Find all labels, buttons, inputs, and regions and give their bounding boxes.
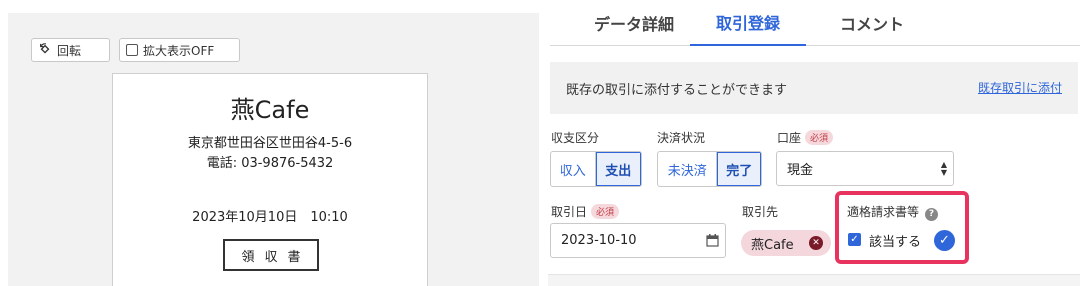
account-label-wrap: 口座 必須 [777, 129, 834, 146]
tab-comments[interactable]: コメント [812, 0, 932, 46]
receipt-viewer: 回転 拡大表示OFF 燕Cafe 東京都世田谷区世田谷4-5-6 電話: 03-… [8, 13, 539, 286]
help-icon[interactable]: ? [925, 208, 939, 221]
zoom-toggle[interactable]: 拡大表示OFF [119, 38, 240, 62]
attach-existing-link[interactable]: 既存取引に添付 [978, 79, 1062, 96]
settlement-toggle: 未決済 完了 [657, 151, 762, 187]
receipt-stamp: 領収書 [223, 239, 319, 271]
rotate-button[interactable]: 回転 [31, 38, 110, 62]
receipt-datetime: 2023年10月10日 10:10 [192, 210, 348, 225]
account-label: 口座 [777, 131, 802, 145]
select-arrows-icon: ▲ ▼ [940, 160, 947, 177]
receipt-address: 東京都世田谷区世田谷4-5-6 [187, 136, 353, 151]
invoice-checkbox-label: 該当する [869, 235, 922, 250]
invoice-label: 適格請求書等 [847, 205, 920, 219]
invoice-label-wrap: 適格請求書等? [847, 203, 939, 221]
expense-option[interactable]: 支出 [595, 152, 641, 186]
date-value: 2023-10-10 [561, 233, 637, 248]
check-circle-icon: ✓ [934, 230, 955, 251]
account-select[interactable]: 現金 ▲ ▼ [776, 151, 954, 186]
settlement-label: 決済状況 [657, 131, 706, 145]
next-section-edge [548, 274, 1080, 286]
partner-tag: 燕Cafe ✕ [741, 230, 831, 256]
settled-option[interactable]: 完了 [717, 152, 761, 186]
tab-bar: データ詳細 取引登録 コメント [550, 0, 1080, 46]
required-badge: 必須 [805, 130, 834, 145]
calendar-icon[interactable] [706, 234, 719, 247]
rotate-label: 回転 [57, 43, 82, 58]
info-bar: 既存の取引に添付することができます 既存取引に添付 [550, 62, 1078, 114]
qualified-invoice-section: 適格請求書等? ✓ 該当する ✓ [835, 191, 969, 264]
income-type-label: 収支区分 [551, 131, 600, 145]
partner-tag-label: 燕Cafe [751, 237, 794, 253]
invoice-checkbox[interactable]: ✓ [848, 233, 861, 246]
receipt-shop-name: 燕Cafe [230, 96, 310, 124]
income-type-toggle: 収入 支出 [550, 151, 642, 187]
zoom-checkbox[interactable] [126, 44, 138, 56]
partner-label: 取引先 [742, 205, 779, 219]
remove-tag-icon[interactable]: ✕ [809, 236, 823, 250]
account-value: 現金 [787, 163, 814, 178]
required-badge: 必須 [591, 204, 620, 219]
income-option[interactable]: 収入 [551, 152, 596, 186]
tab-data-details[interactable]: データ詳細 [580, 0, 688, 46]
unsettled-option[interactable]: 未決済 [658, 152, 718, 186]
receipt-phone: 電話: 03-9876-5432 [206, 156, 334, 171]
rotate-icon [40, 43, 50, 54]
date-input[interactable]: 2023-10-10 [550, 223, 726, 258]
date-label: 取引日 [551, 205, 588, 219]
receipt-image: 燕Cafe 東京都世田谷区世田谷4-5-6 電話: 03-9876-5432 2… [112, 73, 428, 286]
zoom-label: 拡大表示OFF [143, 43, 215, 58]
info-text: 既存の取引に添付することができます [566, 83, 788, 98]
tab-transaction-registration[interactable]: 取引登録 [690, 0, 806, 46]
date-label-wrap: 取引日 必須 [551, 203, 620, 220]
